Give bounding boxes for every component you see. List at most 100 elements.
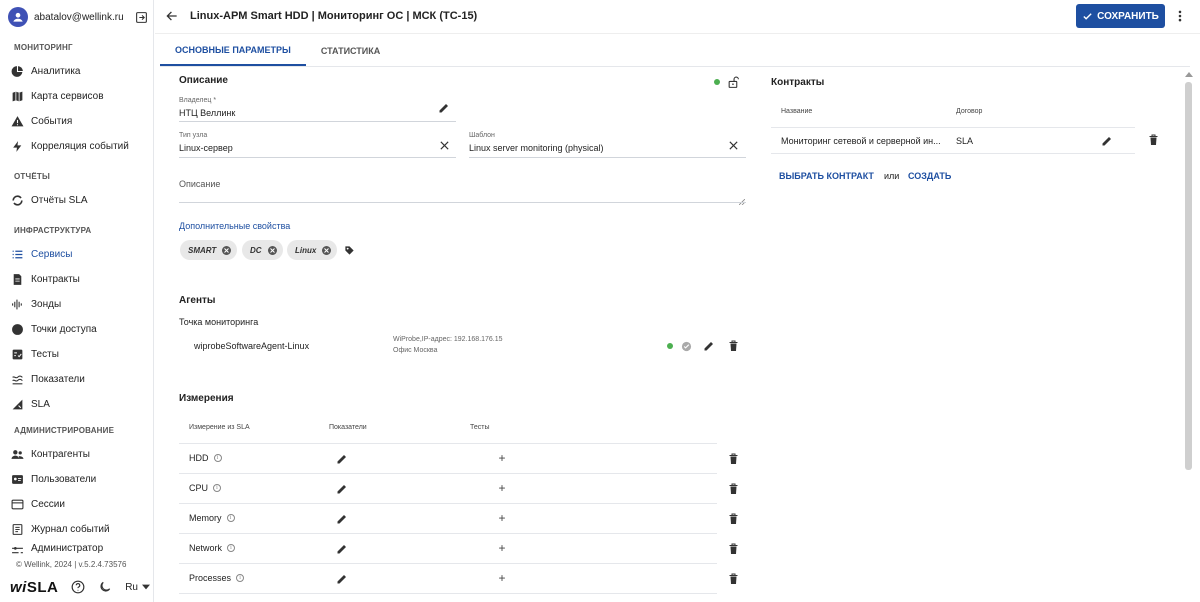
sidebar-item-services[interactable]: Сервисы — [10, 244, 150, 264]
language-select[interactable]: Ru — [125, 582, 150, 593]
delete-measurement-trash-icon[interactable] — [726, 482, 740, 496]
sidebar-item-admin[interactable]: Администратор — [10, 543, 150, 555]
more-vert-icon[interactable] — [1175, 9, 1185, 23]
add-test-plus-icon[interactable]: + — [497, 451, 507, 465]
edit-metrics-pencil-icon[interactable] — [335, 542, 349, 556]
delete-measurement-trash-icon[interactable] — [726, 512, 740, 526]
sidebar-item-contracts[interactable]: Контракты — [10, 269, 150, 289]
measurement-label: Memory — [189, 513, 222, 523]
lock-open-icon[interactable] — [726, 75, 740, 89]
sidebar-item-users[interactable]: Пользователи — [10, 469, 150, 489]
resize-handle-icon[interactable] — [738, 193, 746, 206]
language-label: Ru — [125, 581, 138, 593]
edit-metrics-pencil-icon[interactable] — [335, 512, 349, 526]
back-arrow-icon[interactable] — [165, 9, 179, 23]
sidebar-item-analytics[interactable]: Аналитика — [10, 61, 150, 81]
delete-measurement-trash-icon[interactable] — [726, 572, 740, 586]
sidebar-item-metrics[interactable]: Показатели — [10, 369, 150, 389]
description-underline — [179, 202, 746, 203]
sidebar-item-label: Зонды — [31, 298, 62, 310]
wisla-logo: wiSLA — [10, 579, 58, 596]
sidebar-item-probes[interactable]: Зонды — [10, 294, 150, 314]
list-icon — [10, 247, 24, 261]
info-icon[interactable]: i — [236, 574, 245, 582]
contract-value: SLA — [956, 136, 974, 146]
sidebar-item-journal[interactable]: Журнал событий — [10, 519, 150, 539]
add-tag-icon[interactable] — [342, 243, 356, 257]
template-underline — [469, 157, 746, 158]
sidebar-item-label: Сессии — [31, 498, 65, 510]
sidebar-item-counterparties[interactable]: Контрагенты — [10, 444, 150, 464]
delete-measurement-trash-icon[interactable] — [726, 452, 740, 466]
journal-icon — [10, 522, 24, 536]
scroll-up-icon[interactable] — [1184, 70, 1194, 78]
sidebar-item-tests[interactable]: Тесты — [10, 344, 150, 364]
choose-contract-button[interactable]: ВЫБРАТЬ КОНТРАКТ — [779, 171, 874, 181]
agent-info: WiProbe,IP-адрес: 192.168.176.15 — [393, 336, 503, 343]
remove-tag-icon[interactable] — [222, 245, 232, 255]
delete-measurement-trash-icon[interactable] — [726, 542, 740, 556]
sidebar-item-label: Контракты — [31, 273, 80, 285]
edit-metrics-pencil-icon[interactable] — [335, 482, 349, 496]
delete-contract-trash-icon[interactable] — [1146, 133, 1160, 147]
section-reports: ОТЧЁТЫ — [14, 172, 51, 181]
sidebar: abatalov@wellink.ru МОНИТОРИНГ Аналитика… — [0, 0, 154, 602]
sidebar-item-sla-reports[interactable]: Отчёты SLA — [10, 190, 150, 210]
add-test-plus-icon[interactable]: + — [497, 571, 507, 585]
column-header-contract-name: Название — [781, 108, 813, 115]
edit-agent-pencil-icon[interactable] — [702, 339, 716, 353]
moon-icon[interactable] — [98, 579, 113, 595]
sidebar-item-sla[interactable]: SLA — [10, 394, 150, 414]
delete-agent-trash-icon[interactable] — [726, 339, 740, 353]
add-test-plus-icon[interactable]: + — [497, 541, 507, 555]
edit-metrics-pencil-icon[interactable] — [335, 572, 349, 586]
column-header-contract: Договор — [956, 108, 983, 115]
edit-contract-pencil-icon[interactable] — [1100, 134, 1114, 148]
sidebar-item-label: Аналитика — [31, 65, 81, 77]
sidebar-item-label: Администратор — [31, 543, 104, 554]
bolt-icon — [10, 139, 24, 153]
help-icon[interactable] — [70, 579, 85, 595]
tab-statistics[interactable]: СТАТИСТИКА — [306, 36, 395, 66]
avatar[interactable] — [8, 7, 28, 27]
tag-chip: Linux — [287, 240, 338, 260]
tab-main-params[interactable]: ОСНОВНЫЕ ПАРАМЕТРЫ — [160, 36, 306, 66]
measurement-name: Network i — [189, 543, 236, 553]
logout-icon[interactable] — [134, 10, 148, 24]
sidebar-item-label: Сервисы — [31, 248, 73, 260]
edit-owner-pencil-icon[interactable] — [437, 101, 451, 115]
clear-template-icon[interactable] — [726, 138, 740, 152]
sidebar-item-label: Журнал событий — [31, 523, 110, 535]
column-header-metrics: Показатели — [329, 424, 367, 431]
save-button[interactable]: СОХРАНИТЬ — [1076, 4, 1165, 28]
description-textarea[interactable]: Описание — [179, 179, 220, 189]
sidebar-item-label: Пользователи — [31, 473, 97, 485]
extra-properties-link[interactable]: Дополнительные свойства — [179, 221, 290, 231]
remove-tag-icon[interactable] — [267, 245, 277, 255]
template-field[interactable]: Linux server monitoring (physical) — [469, 143, 604, 153]
clear-node-type-icon[interactable] — [437, 138, 451, 152]
add-test-plus-icon[interactable]: + — [497, 511, 507, 525]
remove-tag-icon[interactable] — [322, 245, 332, 255]
sidebar-item-label: Отчёты SLA — [31, 194, 88, 206]
sla-icon — [10, 397, 24, 411]
agent-name: wiprobeSoftwareAgent-Linux — [194, 341, 310, 351]
node-type-field[interactable]: Linux-сервер — [179, 143, 233, 153]
owner-field[interactable]: НТЦ Веллинк — [179, 108, 235, 118]
info-icon[interactable]: i — [226, 514, 235, 522]
sidebar-item-service-map[interactable]: Карта сервисов — [10, 86, 150, 106]
info-icon[interactable]: i — [227, 544, 236, 552]
sidebar-item-sessions[interactable]: Сессии — [10, 494, 150, 514]
info-icon[interactable]: i — [213, 454, 222, 462]
add-test-plus-icon[interactable]: + — [497, 481, 507, 495]
sidebar-item-correlation[interactable]: Корреляция событий — [10, 136, 150, 156]
owner-underline — [179, 121, 456, 122]
sidebar-item-events[interactable]: События — [10, 111, 150, 131]
sidebar-item-access-points[interactable]: Точки доступа — [10, 319, 150, 339]
user-row[interactable]: abatalov@wellink.ru — [8, 6, 148, 28]
agent-location: Офис Москва — [393, 347, 438, 354]
create-contract-button[interactable]: СОЗДАТЬ — [908, 171, 951, 181]
info-icon[interactable]: i — [213, 484, 222, 492]
edit-metrics-pencil-icon[interactable] — [335, 452, 349, 466]
scrollbar-thumb[interactable] — [1185, 82, 1192, 470]
